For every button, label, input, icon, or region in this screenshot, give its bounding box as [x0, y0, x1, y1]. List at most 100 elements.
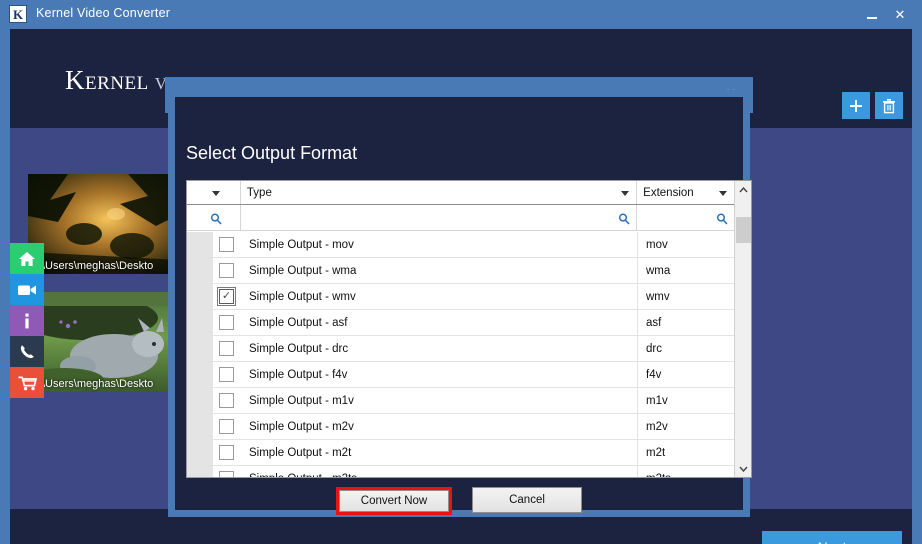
chevron-down-icon[interactable]	[621, 190, 630, 196]
table-row[interactable]: Simple Output - m2t m2t	[187, 440, 734, 466]
row-type-label: Simple Output - m1v	[241, 388, 638, 413]
table-row[interactable]: Simple Output - m2v m2v	[187, 414, 734, 440]
row-checkbox[interactable]	[219, 341, 234, 356]
row-checkbox-cell[interactable]	[213, 362, 241, 387]
app-icon-glyph: K	[12, 6, 24, 22]
delete-file-button[interactable]	[875, 92, 903, 119]
row-checkbox[interactable]	[219, 419, 234, 434]
file-path-label: C:\Users\meghas\Deskto	[31, 378, 154, 390]
close-button[interactable]: ✕	[890, 5, 910, 25]
table-vertical-scrollbar[interactable]	[734, 181, 751, 477]
trash-icon	[883, 98, 895, 113]
row-indicator	[187, 336, 213, 361]
column-header-extension[interactable]: Extension	[637, 181, 734, 204]
row-checkbox[interactable]	[219, 393, 234, 408]
table-row[interactable]: Simple Output - wma wma	[187, 258, 734, 284]
sidebar-item-buy[interactable]	[10, 367, 44, 398]
row-type-label: Simple Output - asf	[241, 310, 638, 335]
table-row[interactable]: Simple Output - drc drc	[187, 336, 734, 362]
cart-icon	[18, 376, 37, 390]
scroll-down-icon[interactable]	[735, 460, 751, 477]
table-row[interactable]: ✓ Simple Output - wmv wmv	[187, 284, 734, 310]
row-type-label: Simple Output - drc	[241, 336, 638, 361]
table-filter-row	[187, 205, 734, 231]
table-row[interactable]: Simple Output - asf asf	[187, 310, 734, 336]
chevron-down-icon[interactable]	[211, 190, 220, 196]
row-checkbox[interactable]	[219, 237, 234, 252]
search-icon[interactable]	[618, 212, 630, 230]
row-checkbox-cell[interactable]	[213, 388, 241, 413]
minimize-button[interactable]	[862, 5, 882, 25]
row-checkbox-cell[interactable]	[213, 258, 241, 283]
dialog-heading: Select Output Format	[186, 143, 358, 163]
row-checkbox-cell[interactable]	[213, 414, 241, 439]
row-checkbox-cell[interactable]	[213, 336, 241, 361]
table-row[interactable]: Simple Output - mov mov	[187, 232, 734, 258]
row-extension-label: drc	[646, 342, 662, 355]
row-checkbox-cell[interactable]	[213, 232, 241, 257]
row-checkbox-cell[interactable]	[213, 466, 241, 477]
file-thumbnail-item[interactable]: C:\Users\meghas\Deskto	[28, 292, 180, 392]
column-header-type-label: Type	[246, 186, 272, 199]
convert-now-highlight[interactable]: Convert Now	[336, 487, 452, 515]
dialog-content: Select Output Format Type Extension Simp…	[175, 97, 752, 515]
row-extension-label: f4v	[646, 368, 662, 381]
column-header-checkbox[interactable]	[187, 181, 241, 204]
info-icon	[25, 313, 29, 328]
row-indicator	[187, 284, 213, 309]
row-indicator	[187, 388, 213, 413]
row-extension-label: wmv	[646, 290, 670, 303]
phone-icon	[20, 344, 34, 358]
sidebar-item-support[interactable]	[10, 336, 44, 367]
convert-now-button[interactable]: Convert Now	[339, 490, 449, 512]
row-indicator	[187, 310, 213, 335]
row-checkbox[interactable]	[219, 445, 234, 460]
filter-checkbox-cell[interactable]	[187, 205, 241, 230]
dialog-button-row: Convert Now Cancel	[175, 487, 743, 515]
scroll-up-icon[interactable]	[735, 181, 751, 198]
brand-logo: Kernel Vi	[65, 65, 171, 96]
application-window: K Kernel Video Converter ✕ Kernel Vi C:\…	[0, 0, 922, 544]
file-thumbnail-item[interactable]: C:\Users\meghas\Deskto	[28, 174, 180, 274]
column-header-type[interactable]: Type	[241, 181, 638, 204]
row-checkbox[interactable]: ✓	[217, 287, 236, 306]
dialog-frame: Select Output Format Type Extension Simp…	[168, 90, 752, 517]
filter-type-input[interactable]	[241, 205, 638, 230]
sidebar-item-info[interactable]	[10, 305, 44, 336]
app-icon: K	[9, 5, 27, 23]
search-icon[interactable]	[210, 212, 222, 230]
format-table: Type Extension Simple Output - mov mov S…	[186, 180, 752, 478]
table-row[interactable]: Simple Output - m2tsm2ts	[187, 466, 734, 477]
row-checkbox-cell[interactable]	[213, 440, 241, 465]
next-button[interactable]: Next	[762, 531, 902, 544]
row-indicator	[187, 466, 213, 477]
window-title: Kernel Video Converter	[36, 6, 171, 20]
add-file-button[interactable]	[842, 92, 870, 119]
row-checkbox[interactable]	[219, 315, 234, 330]
file-path-label: C:\Users\meghas\Deskto	[31, 260, 154, 272]
video-camera-icon	[18, 285, 36, 295]
row-type-label: Simple Output - m2t	[241, 440, 638, 465]
format-table-body-wrap: Type Extension Simple Output - mov mov S…	[187, 181, 734, 477]
row-indicator	[187, 414, 213, 439]
sidebar-item-video[interactable]	[10, 274, 44, 305]
cancel-button[interactable]: Cancel	[472, 487, 582, 513]
row-checkbox[interactable]	[219, 263, 234, 278]
search-icon[interactable]	[716, 212, 728, 230]
row-extension-label: m1v	[646, 394, 668, 407]
scrollbar-thumb[interactable]	[736, 217, 751, 243]
filter-extension-input[interactable]	[637, 205, 734, 230]
row-checkbox-cell[interactable]: ✓	[213, 284, 241, 309]
table-row[interactable]: Simple Output - f4v f4v	[187, 362, 734, 388]
row-checkbox[interactable]	[219, 367, 234, 382]
row-indicator	[187, 362, 213, 387]
row-extension-label: wma	[646, 264, 671, 277]
row-checkbox[interactable]	[219, 471, 234, 477]
chevron-down-icon[interactable]	[719, 190, 727, 196]
row-checkbox-cell[interactable]	[213, 310, 241, 335]
row-type-label: Simple Output - wma	[241, 258, 638, 283]
sidebar-item-home[interactable]	[10, 243, 44, 274]
row-type-label: Simple Output - mov	[241, 232, 638, 257]
row-extension-label: m2ts	[638, 466, 734, 478]
table-row[interactable]: Simple Output - m1v m1v	[187, 388, 734, 414]
